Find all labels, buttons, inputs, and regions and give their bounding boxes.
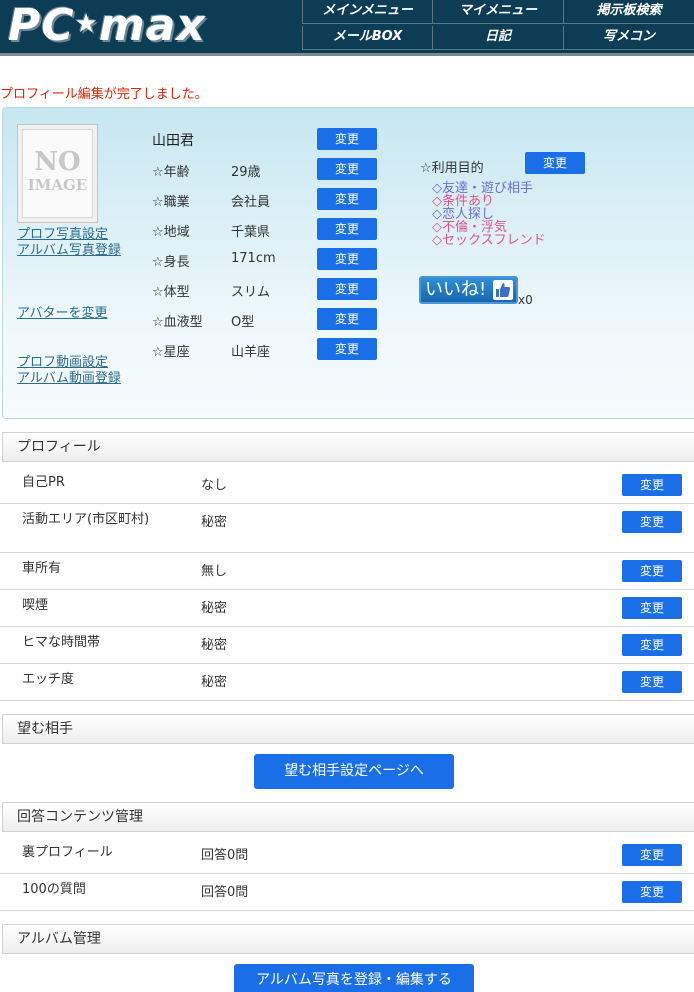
- like-count: x0: [518, 293, 533, 307]
- region-label: ☆地域: [152, 225, 190, 240]
- h-level-label: エッチ度: [22, 672, 75, 687]
- job-value: 会社員: [231, 195, 271, 210]
- like-button[interactable]: いいね!: [419, 276, 518, 304]
- free-time-value: 秘密: [201, 638, 228, 653]
- height-label: ☆身長: [152, 255, 190, 270]
- blood-type-value: O型: [231, 315, 255, 330]
- logo-star: ★: [74, 9, 99, 39]
- status-message: プロフィール編集が完了しました。: [0, 87, 208, 102]
- no-image-text: NO: [34, 147, 81, 177]
- table-row: [0, 874, 694, 911]
- change-smoking-button[interactable]: 変更: [622, 597, 682, 619]
- nav-mail-box[interactable]: メールBOX: [302, 26, 432, 50]
- free-time-label: ヒマな時間帯: [22, 635, 101, 650]
- job-label: ☆職業: [152, 195, 190, 210]
- table-row: [0, 553, 694, 590]
- hundred-questions-value: 回答0問: [201, 885, 249, 900]
- change-age-button[interactable]: 変更: [317, 158, 377, 180]
- profile-photo-placeholder: NO IMAGE: [17, 124, 98, 223]
- change-hundred-questions-button[interactable]: 変更: [622, 881, 682, 903]
- purpose-label: ☆利用目的: [420, 161, 484, 176]
- self-pr-label: 自己PR: [22, 475, 65, 490]
- header-bar: PC★max メインメニュー マイメニュー 掲示板検索 メールBOX 日記 写メ…: [0, 0, 694, 56]
- change-h-level-button[interactable]: 変更: [622, 671, 682, 693]
- change-region-button[interactable]: 変更: [317, 218, 377, 240]
- zodiac-label: ☆星座: [152, 345, 190, 360]
- like-label: いいね!: [425, 279, 487, 300]
- change-name-button[interactable]: 変更: [317, 128, 377, 150]
- nav-my-menu[interactable]: マイメニュー: [432, 0, 563, 24]
- image-text: IMAGE: [27, 176, 88, 194]
- car-label: 車所有: [22, 561, 62, 576]
- activity-area-value: 秘密: [201, 515, 228, 530]
- no-image-frame: NO IMAGE: [22, 129, 93, 218]
- table-row: [0, 627, 694, 664]
- album-photo-register-link[interactable]: アルバム写真登録: [17, 243, 121, 258]
- album-photo-edit-button[interactable]: アルバム写真を登録・編集する: [234, 964, 474, 992]
- logo-text-right: max: [98, 0, 206, 51]
- smoking-label: 喫煙: [22, 598, 49, 613]
- nav-board-search[interactable]: 掲示板検索: [563, 0, 694, 24]
- age-label: ☆年齢: [152, 165, 190, 180]
- change-self-pr-button[interactable]: 変更: [622, 474, 682, 496]
- hidden-profile-value: 回答0問: [201, 848, 249, 863]
- hidden-profile-label: 裏プロフィール: [22, 845, 113, 860]
- change-height-button[interactable]: 変更: [317, 248, 377, 270]
- body-type-value: スリム: [231, 285, 271, 300]
- change-hidden-profile-button[interactable]: 変更: [622, 844, 682, 866]
- album-video-register-link[interactable]: アルバム動画登録: [17, 371, 121, 386]
- zodiac-value: 山羊座: [231, 345, 271, 360]
- change-blood-type-button[interactable]: 変更: [317, 308, 377, 330]
- nav-photo-contest[interactable]: 写メコン: [563, 26, 694, 50]
- partner-settings-button[interactable]: 望む相手設定ページへ: [254, 754, 454, 789]
- section-header-album: アルバム管理: [2, 924, 694, 954]
- change-free-time-button[interactable]: 変更: [622, 634, 682, 656]
- change-activity-area-button[interactable]: 変更: [622, 511, 682, 533]
- nav-main-menu[interactable]: メインメニュー: [302, 0, 432, 24]
- nav-diary[interactable]: 日記: [432, 26, 563, 50]
- change-purpose-button[interactable]: 変更: [525, 152, 585, 174]
- purpose-list: ◇友達・遊び相手 ◇条件あり ◇恋人探し ◇不倫・浮気 ◇セックスフレンド: [432, 182, 546, 247]
- change-job-button[interactable]: 変更: [317, 188, 377, 210]
- site-logo[interactable]: PC★max: [8, 0, 218, 52]
- smoking-value: 秘密: [201, 601, 228, 616]
- main-nav: メインメニュー マイメニュー 掲示板検索 メールBOX 日記 写メコン: [302, 0, 694, 52]
- purpose-item: ◇セックスフレンド: [432, 233, 546, 248]
- blood-type-label: ☆血液型: [152, 315, 203, 330]
- hundred-questions-label: 100の質問: [22, 882, 86, 897]
- table-row: [0, 590, 694, 627]
- table-row: [0, 462, 694, 504]
- section-header-partner: 望む相手: [2, 714, 694, 744]
- car-value: 無し: [201, 564, 228, 579]
- profile-video-setting-link[interactable]: プロフ動画設定: [17, 355, 125, 370]
- user-name: 山田君: [152, 133, 194, 149]
- profile-photo-setting-link[interactable]: プロフ写真設定: [17, 227, 125, 242]
- logo-text-left: PC: [8, 0, 75, 51]
- height-value: 171cm: [231, 251, 276, 266]
- section-header-profile: プロフィール: [2, 432, 694, 462]
- activity-area-label: 活動エリア(市区町村): [22, 512, 150, 527]
- body-type-label: ☆体型: [152, 285, 190, 300]
- section-header-answers: 回答コンテンツ管理: [2, 802, 694, 832]
- change-body-type-button[interactable]: 変更: [317, 278, 377, 300]
- change-avatar-link[interactable]: アバターを変更: [17, 306, 125, 321]
- age-value: 29歳: [231, 165, 261, 180]
- self-pr-value: なし: [201, 478, 228, 493]
- thumbs-up-icon: [493, 280, 513, 300]
- region-value: 千葉県: [231, 225, 271, 240]
- change-car-button[interactable]: 変更: [622, 560, 682, 582]
- table-row: [0, 664, 694, 701]
- h-level-value: 秘密: [201, 675, 228, 690]
- change-zodiac-button[interactable]: 変更: [317, 338, 377, 360]
